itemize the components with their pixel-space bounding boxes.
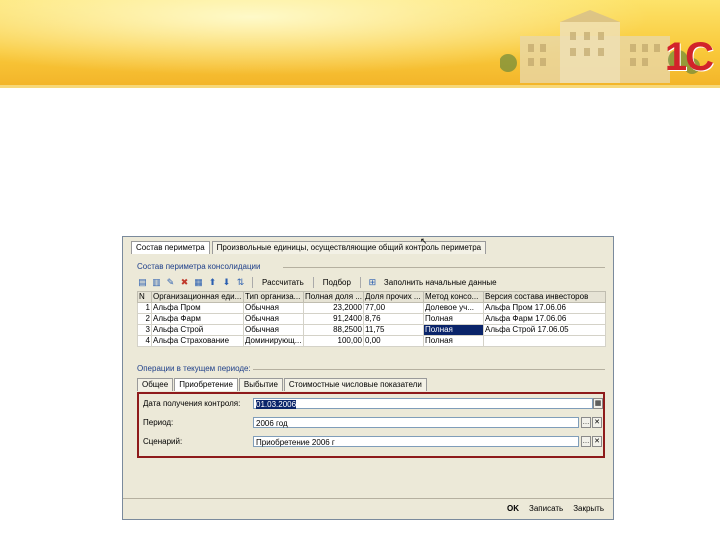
table-cell[interactable] bbox=[483, 335, 606, 347]
col-header[interactable]: Метод консо... bbox=[423, 291, 484, 303]
tab-acquisition[interactable]: Приобретение bbox=[174, 378, 238, 391]
scenario-field[interactable]: Приобретение 2006 г bbox=[253, 436, 579, 447]
perimeter-table: N Организационная еди... Тип организа...… bbox=[137, 291, 606, 347]
table-row[interactable]: 1 Альфа Пром Обычная 23,2000 77,00 Долев… bbox=[137, 302, 606, 314]
select-ellipsis-button[interactable]: … bbox=[581, 436, 591, 447]
table-row[interactable]: 2 Альфа Фарм Обычная 91,2400 8,76 Полная… bbox=[137, 313, 606, 325]
table-cell[interactable]: Альфа Пром 17.06.06 bbox=[483, 302, 606, 314]
table-cell[interactable]: 0,00 bbox=[363, 335, 424, 347]
mouse-cursor-icon: ↖ bbox=[420, 236, 428, 246]
control-date-field[interactable]: 01.03.2006 bbox=[253, 398, 593, 409]
tab-perimeter[interactable]: Состав периметра bbox=[131, 241, 210, 254]
period-label: Период: bbox=[143, 418, 174, 427]
table-cell[interactable]: 8,76 bbox=[363, 313, 424, 325]
operations-title: Операции в текущем периоде: bbox=[137, 364, 251, 373]
table-cell[interactable]: 100,00 bbox=[303, 335, 364, 347]
table-cell[interactable]: Обычная bbox=[243, 313, 304, 325]
table-cell[interactable]: 23,2000 bbox=[303, 302, 364, 314]
table-cell[interactable]: 88,2500 bbox=[303, 324, 364, 336]
table-cell: 3 bbox=[137, 324, 152, 336]
edit-row-icon[interactable]: ✎ bbox=[165, 277, 176, 288]
clear-icon[interactable]: ✕ bbox=[592, 417, 602, 428]
date-label: Дата получения контроля: bbox=[143, 399, 241, 408]
table-cell: 4 bbox=[137, 335, 152, 347]
select-button[interactable]: Подбор bbox=[320, 278, 354, 287]
top-tabs: Состав периметра Произвольные единицы, о… bbox=[131, 241, 487, 254]
table-cell: 2 bbox=[137, 313, 152, 325]
tab-control-units[interactable]: Произвольные единицы, осуществляющие общ… bbox=[211, 241, 487, 254]
acquisition-details-panel: Дата получения контроля: 01.03.2006 ▦ Пе… bbox=[137, 392, 605, 458]
move-up-icon[interactable]: ⬆ bbox=[207, 277, 218, 288]
footer-divider bbox=[123, 498, 613, 499]
close-button[interactable]: Закрыть bbox=[570, 503, 607, 515]
table-cell[interactable]: Альфа Строй 17.06.05 bbox=[483, 324, 606, 336]
table-cell: 1 bbox=[137, 302, 152, 314]
period-row: Период: 2006 год … ✕ bbox=[143, 417, 602, 429]
table-cell[interactable]: Альфа Строй bbox=[151, 324, 244, 336]
sort-icon[interactable]: ⇅ bbox=[235, 277, 246, 288]
ok-button[interactable]: OK bbox=[504, 503, 522, 515]
table-row[interactable]: 3 Альфа Строй Обычная 88,2500 11,75 Полн… bbox=[137, 324, 606, 336]
clear-icon[interactable]: ✕ bbox=[592, 436, 602, 447]
col-header[interactable]: N bbox=[137, 291, 152, 303]
table-cell[interactable]: Доминирующ... bbox=[243, 335, 304, 347]
table-cell[interactable]: Полная bbox=[423, 335, 484, 347]
toolbar-separator bbox=[359, 276, 361, 288]
table-header-row: N Организационная еди... Тип организа...… bbox=[137, 291, 606, 303]
table-row[interactable]: 4 Альфа Страхование Доминирующ... 100,00… bbox=[137, 335, 606, 347]
fill-initial-data-button[interactable]: Заполнить начальные данные bbox=[381, 278, 500, 287]
period-field[interactable]: 2006 год bbox=[253, 417, 579, 428]
col-header[interactable]: Тип организа... bbox=[243, 291, 304, 303]
table-cell[interactable]: Полная bbox=[423, 313, 484, 325]
group-title-perimeter: Состав периметра консолидации bbox=[137, 262, 261, 271]
table-icon[interactable]: ▦ bbox=[193, 277, 204, 288]
table-cell-selected[interactable]: Полная bbox=[423, 324, 484, 336]
select-ellipsis-button[interactable]: … bbox=[581, 417, 591, 428]
table-cell[interactable]: Долевое уч... bbox=[423, 302, 484, 314]
calendar-icon[interactable]: ▦ bbox=[593, 398, 603, 409]
toolbar-separator bbox=[252, 276, 253, 288]
add-row-icon[interactable]: ▤ bbox=[137, 277, 148, 288]
table-cell[interactable]: Альфа Страхование bbox=[151, 335, 244, 347]
dialog-footer: OK Записать Закрыть bbox=[504, 503, 607, 515]
1c-logo: 1С bbox=[664, 35, 714, 79]
move-down-icon[interactable]: ⬇ bbox=[221, 277, 232, 288]
date-value: 01.03.2006 bbox=[256, 400, 297, 409]
table-cell[interactable]: 77,00 bbox=[363, 302, 424, 314]
operations-divider bbox=[253, 369, 605, 370]
toolbar-separator bbox=[312, 276, 314, 288]
col-header[interactable]: Версия состава инвесторов bbox=[483, 291, 606, 303]
table-cell[interactable]: 91,2400 bbox=[303, 313, 364, 325]
consolidation-form-window: Состав периметра Произвольные единицы, о… bbox=[122, 236, 614, 520]
operations-tabs: Общее Приобретение Выбытие Стоимостные ч… bbox=[137, 378, 427, 391]
tab-disposal[interactable]: Выбытие bbox=[238, 378, 283, 391]
table-cell[interactable]: Обычная bbox=[243, 302, 304, 314]
group-divider bbox=[283, 267, 605, 268]
grid-toolbar: ▤ ▥ ✎ ✖ ▦ ⬆ ⬇ ⇅ Рассчитать Подбор ⊞ Запо… bbox=[137, 275, 605, 289]
table-cell[interactable]: Альфа Фарм 17.06.06 bbox=[483, 313, 606, 325]
copy-row-icon[interactable]: ▥ bbox=[151, 277, 162, 288]
col-header[interactable]: Полная доля ... bbox=[303, 291, 364, 303]
table-cell[interactable]: 11,75 bbox=[363, 324, 424, 336]
scenario-label: Сценарий: bbox=[143, 437, 183, 446]
table-cell[interactable]: Альфа Пром bbox=[151, 302, 244, 314]
date-row: Дата получения контроля: 01.03.2006 ▦ bbox=[143, 398, 603, 410]
table-cell[interactable]: Обычная bbox=[243, 324, 304, 336]
delete-row-icon[interactable]: ✖ bbox=[179, 277, 190, 288]
scenario-row: Сценарий: Приобретение 2006 г … ✕ bbox=[143, 436, 602, 448]
col-header[interactable]: Доля прочих ... bbox=[363, 291, 424, 303]
calculate-button[interactable]: Рассчитать bbox=[259, 278, 307, 287]
save-button[interactable]: Записать bbox=[526, 503, 566, 515]
banner-divider bbox=[0, 85, 720, 88]
tab-numeric-indicators[interactable]: Стоимостные числовые показатели bbox=[283, 378, 427, 391]
table-cell[interactable]: Альфа Фарм bbox=[151, 313, 244, 325]
fill-icon[interactable]: ⊞ bbox=[367, 277, 378, 288]
col-header[interactable]: Организационная еди... bbox=[151, 291, 244, 303]
header-banner: 1С bbox=[0, 0, 720, 85]
tab-general[interactable]: Общее bbox=[137, 378, 174, 391]
